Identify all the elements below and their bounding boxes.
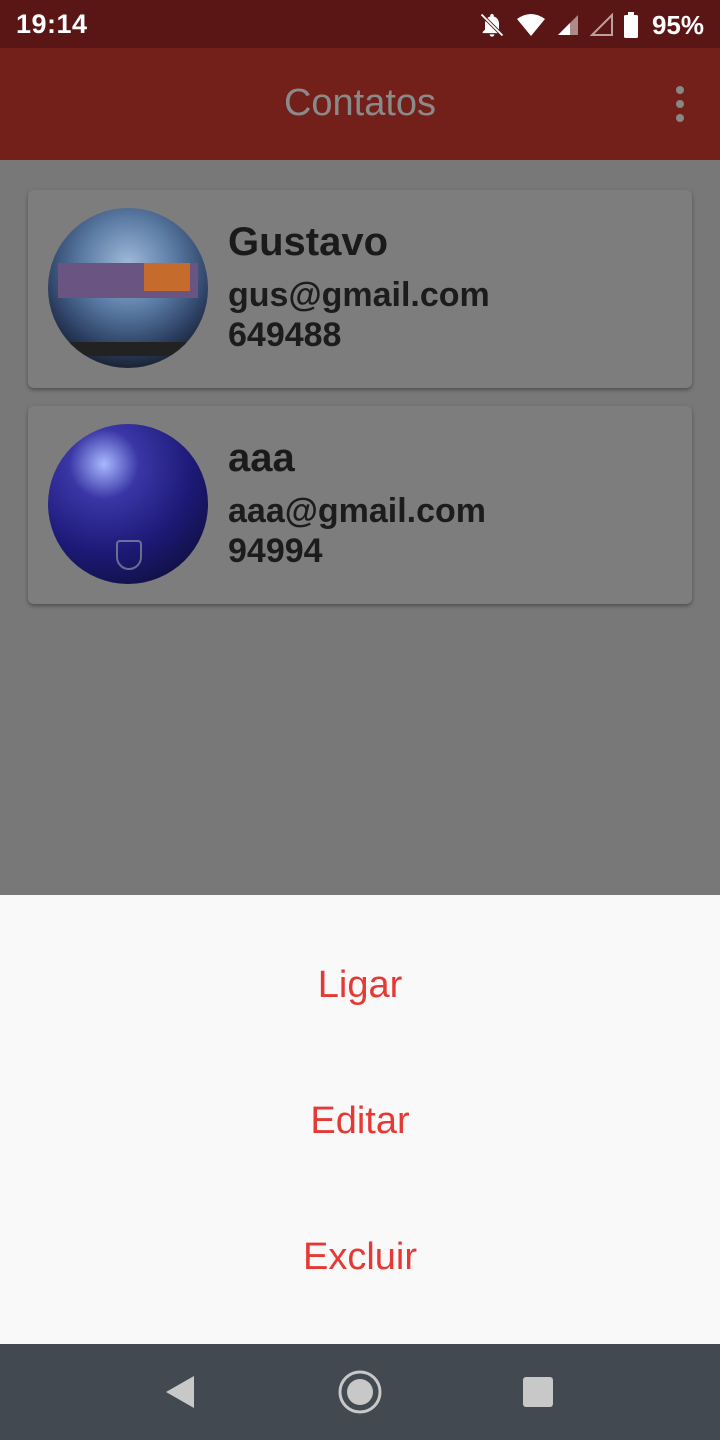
bottom-sheet: Ligar Editar Excluir [0, 895, 720, 1344]
contact-email: gus@gmail.com [228, 276, 490, 314]
signal-empty-icon [589, 13, 614, 37]
menu-dot [676, 114, 684, 122]
battery-percent: 95% [651, 9, 704, 40]
recents-icon[interactable] [514, 1368, 562, 1416]
avatar [48, 424, 208, 584]
signal-icon [556, 13, 580, 37]
menu-dot [676, 100, 684, 108]
status-icons: 95% [478, 10, 704, 40]
page-title: Contatos [283, 82, 437, 124]
battery-icon [623, 12, 638, 38]
contact-phone: 649488 [228, 316, 342, 354]
delete-button[interactable]: Excluir [0, 1207, 720, 1307]
status-bar: 19:14 95% [0, 0, 720, 48]
wifi-icon [516, 12, 546, 38]
menu-dot [676, 86, 684, 94]
contact-list: Gustavo gus@gmail.com 649488 aaa aaa@gma… [0, 160, 720, 895]
contact-phone: 94994 [228, 532, 323, 570]
more-vert-icon[interactable] [674, 86, 686, 122]
status-time: 19:14 [16, 9, 88, 39]
app-bar: Contatos [0, 48, 720, 160]
contact-card[interactable]: Gustavo gus@gmail.com 649488 [28, 190, 692, 388]
edit-button[interactable]: Editar [0, 1071, 720, 1171]
contact-card[interactable]: aaa aaa@gmail.com 94994 [28, 406, 692, 604]
avatar [48, 208, 208, 368]
contact-email: aaa@gmail.com [228, 492, 487, 530]
notifications-off-icon [478, 11, 506, 39]
contact-name: aaa [228, 436, 295, 480]
call-button[interactable]: Ligar [0, 935, 720, 1035]
back-icon[interactable] [156, 1368, 204, 1416]
home-icon[interactable] [336, 1368, 384, 1416]
contact-name: Gustavo [228, 220, 389, 264]
navigation-bar [0, 1344, 720, 1440]
